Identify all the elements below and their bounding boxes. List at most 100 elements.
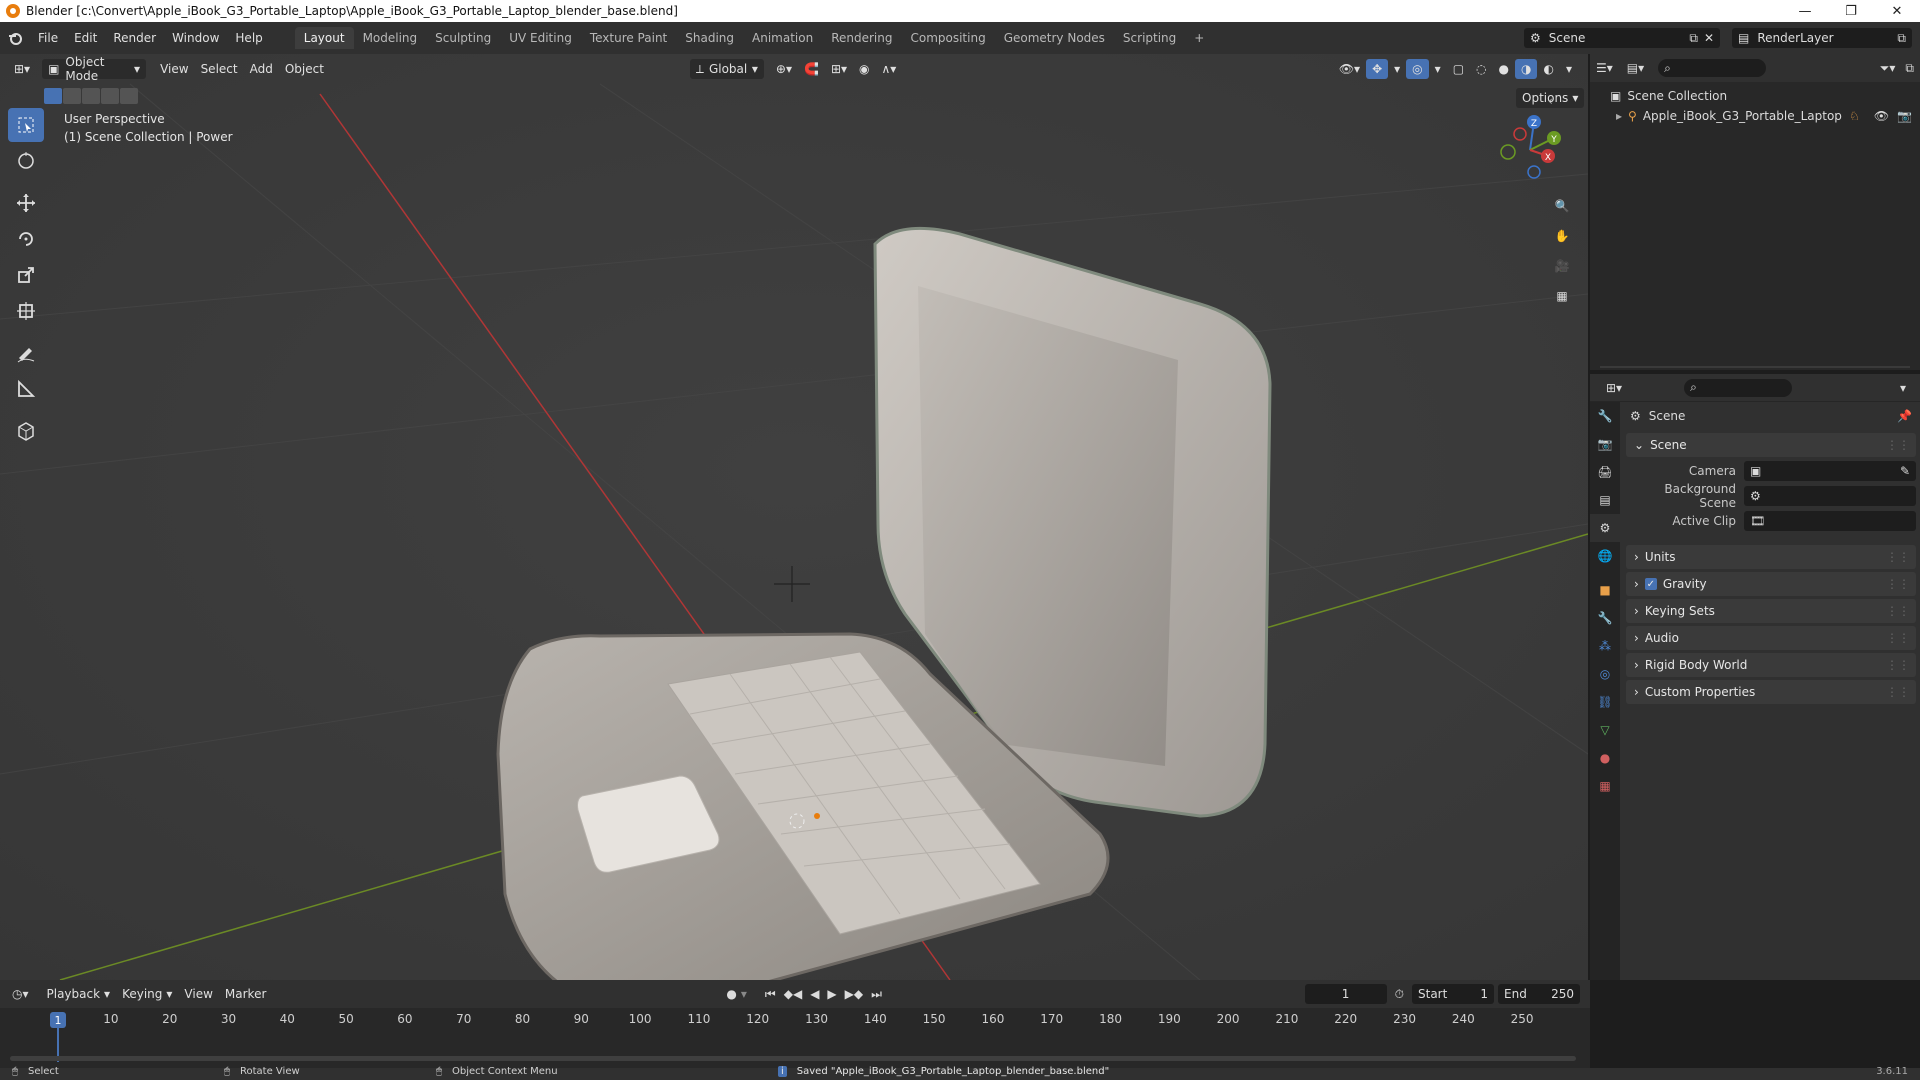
proportional-edit-icon[interactable]: ◉ xyxy=(853,59,875,79)
camera-view-icon[interactable]: 🎥 xyxy=(1548,252,1576,280)
panel-scene[interactable]: ⌄ Scene ⋮⋮ xyxy=(1626,433,1916,457)
snap-target-icon[interactable]: ⊞▾ xyxy=(825,59,853,79)
chevron-down-icon[interactable]: ▾ xyxy=(741,987,747,1001)
drag-handle-icon[interactable]: ⋮⋮ xyxy=(1886,577,1910,591)
outliner-row-scene-collection[interactable]: ▣ Scene Collection xyxy=(1590,86,1920,106)
expand-arrow-icon[interactable]: ▸ xyxy=(1616,109,1622,123)
menu-window[interactable]: Window xyxy=(164,31,227,45)
panel-audio[interactable]: › Audio ⋮⋮ xyxy=(1626,626,1916,650)
object-mode-dropdown[interactable]: ▣ Object Mode ▾ xyxy=(42,55,147,83)
world-tab-icon[interactable]: 🌐 xyxy=(1590,542,1620,570)
eyedropper-icon[interactable]: ✎ xyxy=(1900,464,1910,478)
view-layer-selector[interactable]: ▤ RenderLayer ⧉ xyxy=(1732,28,1912,48)
navigation-gizmo[interactable]: Z Y X xyxy=(1490,110,1570,190)
maximize-button[interactable]: ❐ xyxy=(1828,4,1874,19)
select-extend-icon[interactable] xyxy=(63,88,81,104)
physics-tab-icon[interactable]: ◎ xyxy=(1590,660,1620,688)
pan-hand-icon[interactable]: ✋ xyxy=(1548,222,1576,250)
gizmo-toggle-icon[interactable]: ✥ xyxy=(1366,59,1389,79)
menu-view[interactable]: View xyxy=(154,59,194,79)
active-clip-input[interactable]: 🎞 xyxy=(1744,511,1916,531)
jump-start-icon[interactable]: ⏮ xyxy=(765,987,776,1002)
copy-icon[interactable]: ⧉ xyxy=(1689,31,1698,46)
rotate-tool-icon[interactable] xyxy=(8,222,44,256)
tab-sculpting[interactable]: Sculpting xyxy=(426,27,500,49)
tab-rendering[interactable]: Rendering xyxy=(822,27,901,49)
timeline-scrollbar[interactable] xyxy=(10,1056,1576,1061)
solid-shading-icon[interactable]: ● xyxy=(1493,59,1515,79)
record-icon[interactable]: ● xyxy=(726,987,736,1001)
tab-texture-paint[interactable]: Texture Paint xyxy=(581,27,676,49)
rendered-shading-icon[interactable]: ◐ xyxy=(1537,59,1559,79)
panel-gravity[interactable]: › ✓ Gravity ⋮⋮ xyxy=(1626,572,1916,596)
panel-keying-sets[interactable]: › Keying Sets ⋮⋮ xyxy=(1626,599,1916,623)
properties-editor-icon[interactable]: ⊞▾ xyxy=(1606,381,1622,395)
overlays-dropdown-icon[interactable]: ▾ xyxy=(1429,59,1447,79)
zoom-icon[interactable]: 🔍 xyxy=(1548,192,1576,220)
gravity-checkbox[interactable]: ✓ xyxy=(1644,578,1657,590)
particles-tab-icon[interactable]: ⁂ xyxy=(1590,632,1620,660)
material-shading-icon[interactable]: ◑ xyxy=(1515,59,1538,79)
output-tab-icon[interactable]: 🖨 xyxy=(1590,458,1620,486)
render-camera-icon[interactable]: 📷 xyxy=(1897,109,1912,123)
playhead[interactable]: 1 xyxy=(50,1012,66,1028)
cursor-tool-icon[interactable] xyxy=(8,144,44,178)
viewport-scene[interactable] xyxy=(0,54,1588,980)
scene-selector[interactable]: ⚙ Scene ⧉ ✕ xyxy=(1524,28,1720,48)
scale-tool-icon[interactable] xyxy=(8,258,44,292)
display-mode-icon[interactable]: ▤▾ xyxy=(1627,61,1644,75)
outliner-row-laptop[interactable]: ▸ ⚲ Apple_iBook_G3_Portable_Laptop ♘ 👁 📷 xyxy=(1590,106,1920,126)
tab-layout[interactable]: Layout xyxy=(294,27,354,49)
panel-units[interactable]: › Units ⋮⋮ xyxy=(1626,545,1916,569)
jump-keyframe-back-icon[interactable]: ◆◀ xyxy=(784,987,802,1001)
play-icon[interactable]: ▶ xyxy=(827,987,836,1001)
outliner-scrollbar[interactable] xyxy=(1600,366,1910,368)
outliner-search-input[interactable]: ⌕ xyxy=(1658,59,1767,77)
menu-file[interactable]: File xyxy=(30,31,66,45)
tab-compositing[interactable]: Compositing xyxy=(901,27,994,49)
transform-tool-icon[interactable] xyxy=(8,294,44,328)
tool-tab-icon[interactable]: 🔧 xyxy=(1590,402,1620,430)
play-reverse-icon[interactable]: ◀ xyxy=(810,987,819,1001)
jump-keyframe-forward-icon[interactable]: ▶◆ xyxy=(845,987,863,1001)
menu-edit[interactable]: Edit xyxy=(66,31,105,45)
select-invert-icon[interactable] xyxy=(101,88,119,104)
drag-handle-icon[interactable]: ⋮⋮ xyxy=(1886,550,1910,564)
tab-modeling[interactable]: Modeling xyxy=(354,27,427,49)
overlays-toggle-icon[interactable]: ◎ xyxy=(1406,59,1429,79)
tab-animation[interactable]: Animation xyxy=(743,27,822,49)
texture-tab-icon[interactable]: ▦ xyxy=(1590,772,1620,800)
editor-type-icon[interactable]: ⊞▾ xyxy=(8,59,36,79)
tab-shading[interactable]: Shading xyxy=(676,27,743,49)
menu-select[interactable]: Select xyxy=(195,59,244,79)
modifier-tab-icon[interactable]: 🔧 xyxy=(1590,604,1620,632)
add-cube-tool-icon[interactable] xyxy=(8,414,44,448)
transform-orientation-dropdown[interactable]: ⟂ Global ▾ xyxy=(689,59,764,79)
copy-icon[interactable]: ⧉ xyxy=(1897,31,1906,46)
stopwatch-icon[interactable]: ⏱ xyxy=(1395,987,1404,1002)
select-box-tool-icon[interactable] xyxy=(8,108,44,142)
background-scene-input[interactable]: ⚙ xyxy=(1744,486,1916,506)
measure-tool-icon[interactable] xyxy=(8,372,44,406)
annotate-tool-icon[interactable] xyxy=(8,336,44,370)
minimize-button[interactable]: — xyxy=(1782,4,1828,19)
add-workspace-button[interactable]: + xyxy=(1185,27,1213,49)
eye-icon[interactable]: 👁 xyxy=(1874,109,1889,123)
menu-render[interactable]: Render xyxy=(105,31,164,45)
render-tab-icon[interactable]: 📷 xyxy=(1590,430,1620,458)
close-icon[interactable]: ✕ xyxy=(1704,31,1714,45)
timeline-ruler[interactable]: 10 20 30 40 50 60 70 80 90 100 110 120 130 140 150 160 1… xyxy=(0,1008,1590,1032)
visibility-icon[interactable]: 👁▾ xyxy=(1333,59,1366,79)
constraints-tab-icon[interactable]: ⛓ xyxy=(1590,688,1620,716)
start-frame-input[interactable]: Start 1 xyxy=(1412,984,1494,1004)
shading-dropdown-icon[interactable]: ▾ xyxy=(1560,59,1578,79)
drag-handle-icon[interactable]: ⋮⋮ xyxy=(1886,604,1910,618)
new-collection-icon[interactable]: ⧉ xyxy=(1905,61,1914,76)
tab-uv-editing[interactable]: UV Editing xyxy=(500,27,581,49)
object-data-tab-icon[interactable]: ▽ xyxy=(1590,716,1620,744)
material-tab-icon[interactable]: ● xyxy=(1590,744,1620,772)
chevron-down-icon[interactable]: ▾ xyxy=(1900,381,1906,395)
current-frame-input[interactable]: 1 xyxy=(1304,984,1387,1004)
menu-object[interactable]: Object xyxy=(279,59,330,79)
drag-handle-icon[interactable]: ⋮⋮ xyxy=(1886,438,1910,452)
